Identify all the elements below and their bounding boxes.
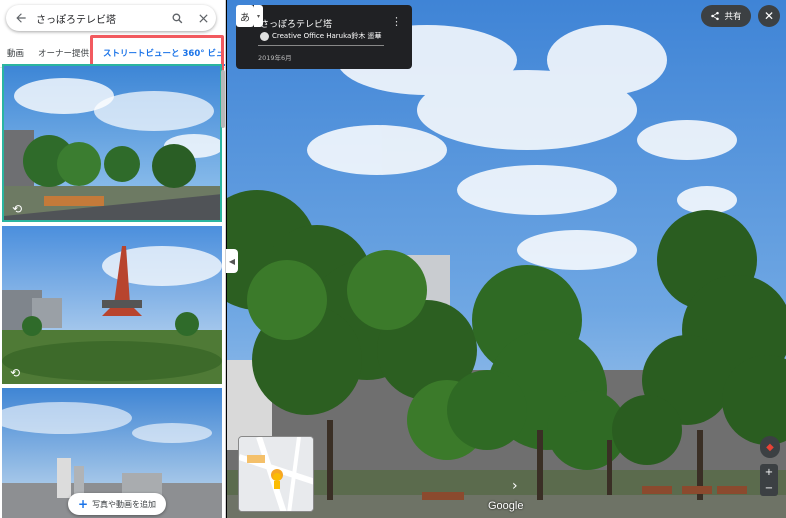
scrollbar[interactable]: [221, 70, 225, 128]
share-button[interactable]: 共有: [701, 5, 751, 27]
minimap[interactable]: [238, 436, 314, 512]
add-photo-button[interactable]: + 写真や動画を追加: [68, 493, 167, 515]
search-icon[interactable]: [164, 5, 190, 31]
language-button[interactable]: あ: [236, 5, 254, 27]
place-title: さっぽろテレビ塔: [260, 20, 333, 30]
language-dropdown-icon[interactable]: ▾: [254, 5, 263, 27]
close-icon: ✕: [763, 9, 775, 23]
search-box[interactable]: さっぽろテレビ塔: [6, 5, 216, 31]
zoom-in-icon[interactable]: +: [765, 467, 773, 478]
zoom-out-icon[interactable]: −: [765, 483, 773, 494]
author-row[interactable]: Creative Office Haruka鈴木 遥華: [260, 31, 382, 41]
side-panel: さっぽろテレビ塔 動画 オーナー提供 ストリートビューと 360° ビュー ⟲ …: [0, 0, 226, 518]
search-input[interactable]: さっぽろテレビ塔: [36, 11, 164, 26]
share-icon: [711, 11, 720, 21]
capture-date: 2019年6月: [258, 54, 292, 62]
plus-icon: +: [78, 497, 89, 511]
tab-videos[interactable]: 動画: [0, 38, 31, 68]
close-viewer-button[interactable]: ✕: [758, 5, 780, 27]
share-label: 共有: [724, 12, 742, 22]
rotate-360-icon: ⟲: [10, 366, 21, 380]
rotate-360-icon: ⟲: [12, 202, 23, 216]
more-vert-icon[interactable]: ⋮: [391, 15, 402, 28]
pegman-icon: [273, 473, 281, 489]
back-arrow-icon[interactable]: [6, 5, 36, 31]
add-photo-label: 写真や動画を追加: [92, 499, 157, 509]
close-icon[interactable]: [190, 5, 216, 31]
author-avatar: [260, 31, 269, 41]
divider: [258, 45, 384, 46]
photo-thumbnail[interactable]: ⟲: [2, 64, 222, 222]
collapse-panel-button[interactable]: ◀: [226, 249, 238, 273]
chevron-left-icon: ◀: [228, 256, 236, 266]
compass-icon[interactable]: ◆: [760, 436, 780, 458]
navigation-arrow-icon[interactable]: ›: [512, 478, 518, 494]
tab-owner[interactable]: オーナー提供: [31, 38, 96, 68]
author-name: Creative Office Haruka鈴木 遥華: [272, 32, 382, 40]
google-logo: Google: [488, 500, 524, 512]
photo-thumbnail[interactable]: ⟲: [2, 226, 222, 384]
zoom-control[interactable]: + −: [760, 464, 778, 496]
